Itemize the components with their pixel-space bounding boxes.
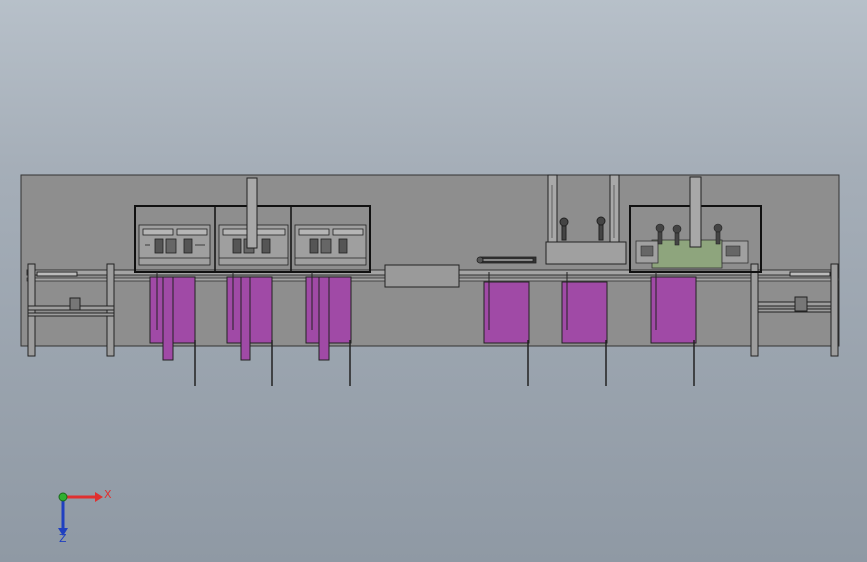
center-housing-box xyxy=(384,264,460,288)
station-3-mechanism xyxy=(294,224,367,266)
purple-cabinet-5 xyxy=(561,281,608,386)
green-panel xyxy=(651,239,723,269)
purple-cabinet-4 xyxy=(483,281,530,386)
station-1-mechanism xyxy=(138,224,211,266)
linear-actuator xyxy=(476,256,537,264)
vertical-post-right xyxy=(689,176,702,248)
triad-z-label: Z xyxy=(59,532,67,545)
axis-triad: X Z xyxy=(58,488,112,545)
purple-cabinet-2 xyxy=(226,276,273,386)
vertical-post-left xyxy=(246,177,258,249)
triad-x-label: X xyxy=(104,488,112,501)
assembly-line-drawing[interactable]: X Z xyxy=(0,0,867,562)
purple-cabinet-6 xyxy=(650,276,697,386)
purple-cabinet-3 xyxy=(305,276,352,386)
cad-viewport[interactable]: X Z xyxy=(0,0,867,562)
